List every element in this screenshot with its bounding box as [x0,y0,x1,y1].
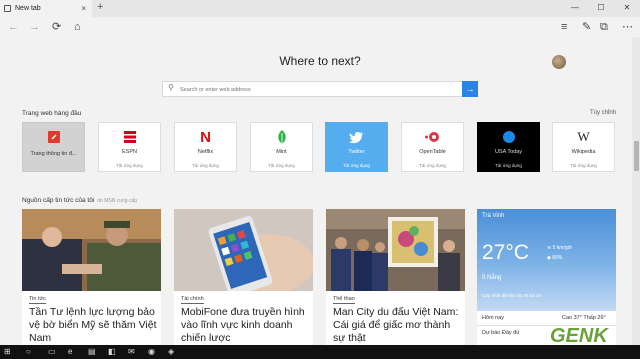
app-icon[interactable]: ◈ [168,347,174,357]
full-forecast-link[interactable]: Dự báo Đầy đủ [482,330,519,336]
home-icon[interactable]: ⌂ [74,19,81,35]
msn-icon [23,130,84,144]
get-app-label[interactable]: Tải ứng dụng [478,163,539,168]
news-category[interactable]: Tài chính [181,296,204,304]
tile-label: Wikipedia [571,149,596,155]
news-feed-label: Nguồn cấp tin tức của tôi do MSN cung cấp [22,197,138,204]
get-app-label[interactable]: Tải ứng dụng [402,163,463,168]
go-button[interactable]: → [462,81,478,97]
avatar[interactable] [552,55,566,69]
top-site-tile-espn[interactable]: ESPN Tải ứng dụng [98,122,161,172]
weather-temperature: 27°C [482,241,529,264]
top-site-tile-twitter[interactable]: Twitter Tải ứng dụng [325,122,388,172]
espn-icon [99,130,160,144]
get-app-label[interactable]: Tải ứng dụng [99,163,160,168]
file-explorer-icon[interactable]: ▤ [88,347,96,357]
page-icon [4,5,11,12]
forward-icon[interactable]: → [29,19,40,35]
close-tab-icon[interactable]: × [81,4,86,13]
humidity-stat: ◆ 80% [547,255,563,261]
page-title: Where to next? [279,54,361,68]
mail-icon[interactable]: ✉ [128,347,135,357]
twitter-bird-icon [326,130,387,144]
taskbar: ⊞ ○ ▭ e ▤ ◧ ✉ ◉ ◈ [0,345,640,359]
wikipedia-icon: W [577,129,590,144]
refresh-icon[interactable]: ⟳ [52,19,61,35]
top-site-tile-netflix[interactable]: N Netflix Tải ứng dụng [174,122,237,172]
hub-icon[interactable]: ≡ [561,19,567,35]
get-app-label[interactable]: Tải ứng dụng [251,163,312,168]
tile-label: Netflix [197,149,214,155]
customize-link[interactable]: Tùy chỉnh [590,110,616,116]
leaf-icon [251,129,312,144]
more-icon[interactable]: ⋯ [622,19,633,35]
top-site-tile-usa-today[interactable]: USA Today Tải ứng dụng [477,122,540,172]
app-icon[interactable]: ◉ [148,347,155,357]
tab-strip: New tab × + — ☐ ✕ [0,0,640,17]
close-window-button[interactable]: ✕ [614,0,640,17]
opentable-icon [402,130,463,144]
news-category[interactable]: Thể thao [333,296,355,304]
news-headline[interactable]: Tần Tư lệnh lực lượng bảo vệ bờ biển Mỹ … [29,306,157,345]
edge-app-icon[interactable]: e [68,347,72,357]
high-low: Cao 37° Thấp 26° [562,315,606,321]
today-label: Hôm nay [482,315,505,321]
news-card[interactable]: Tin tức Tần Tư lệnh lực lượng bảo vệ bờ … [22,209,161,345]
tab-title: New tab [15,5,41,12]
search-icon: ⚲ [168,83,174,92]
get-app-label[interactable]: Tải ứng dụng [175,163,236,168]
share-icon[interactable]: ⧉ [600,19,608,35]
top-site-tile-msn[interactable]: Trang thông tin đ... [22,122,85,172]
back-icon[interactable]: ← [8,19,19,35]
taskbar-search-icon[interactable]: ○ [26,347,31,357]
get-app-label[interactable]: Tải ứng dụng [326,163,387,168]
top-site-tile-opentable[interactable]: OpenTable Tải ứng dụng [401,122,464,172]
window-controls: — ☐ ✕ [562,0,640,17]
top-sites-label: Trang web hàng đầu [22,110,82,117]
news-category[interactable]: Tin tức [29,296,46,304]
wind-stat: ≋ 5 km/giờ [547,245,572,251]
weather-condition: Ít Nắng [482,275,502,281]
news-image [326,209,465,291]
tile-label: OpenTable [419,149,446,155]
get-app-label[interactable]: Tải ứng dụng [553,163,614,168]
news-headline[interactable]: MobiFone đưa truyền hình vào lĩnh vực ki… [181,306,309,345]
store-icon[interactable]: ◧ [108,347,116,357]
tab-new-tab[interactable]: New tab × [0,0,92,17]
web-note-icon[interactable]: ✎ [582,19,591,35]
navigation-bar: ← → ⟳ ⌂ ≡ ✎ ⧉ ⋯ [0,17,640,37]
netflix-icon: N [200,128,211,146]
search-input[interactable] [180,84,460,95]
minimize-button[interactable]: — [562,0,588,17]
news-image [174,209,313,291]
news-card[interactable]: Tài chính MobiFone đưa truyền hình vào l… [174,209,313,345]
top-site-tile-wikipedia[interactable]: W Wikipedia Tải ứng dụng [552,122,615,172]
task-view-icon[interactable]: ▭ [48,347,56,357]
news-headline[interactable]: Man City du đấu Việt Nam: Cái giá để giấ… [333,306,461,345]
news-image [22,209,161,291]
tile-label: Trang thông tin đ... [30,151,77,157]
weather-location: Trà Vinh [482,213,505,219]
scrollbar[interactable] [632,37,640,345]
search-box[interactable]: ⚲ → [162,81,478,97]
news-feed-source: do MSN cung cấp [97,198,138,204]
tile-label: Mint [276,149,287,155]
weather-panel: Trà Vinh 27°C ≋ 5 km/giờ ◆ 80% Ít Nắng C… [477,209,616,311]
tile-label: USA Today [494,149,523,155]
new-tab-button[interactable]: + [97,1,103,13]
tile-label: Twitter [348,149,365,155]
maximize-button[interactable]: ☐ [588,0,614,17]
news-card[interactable]: Thể thao Man City du đấu Việt Nam: Cái g… [326,209,465,345]
tile-label: ESPN [122,149,137,155]
weather-updated: Cập nhật dữ liệu lúc 06:54 SA [482,293,543,298]
scrollbar-thumb[interactable] [634,141,639,171]
usa-today-icon [478,130,539,144]
windows-start-icon[interactable]: ⊞ [4,347,11,357]
top-site-tile-mint[interactable]: Mint Tải ứng dụng [250,122,313,172]
